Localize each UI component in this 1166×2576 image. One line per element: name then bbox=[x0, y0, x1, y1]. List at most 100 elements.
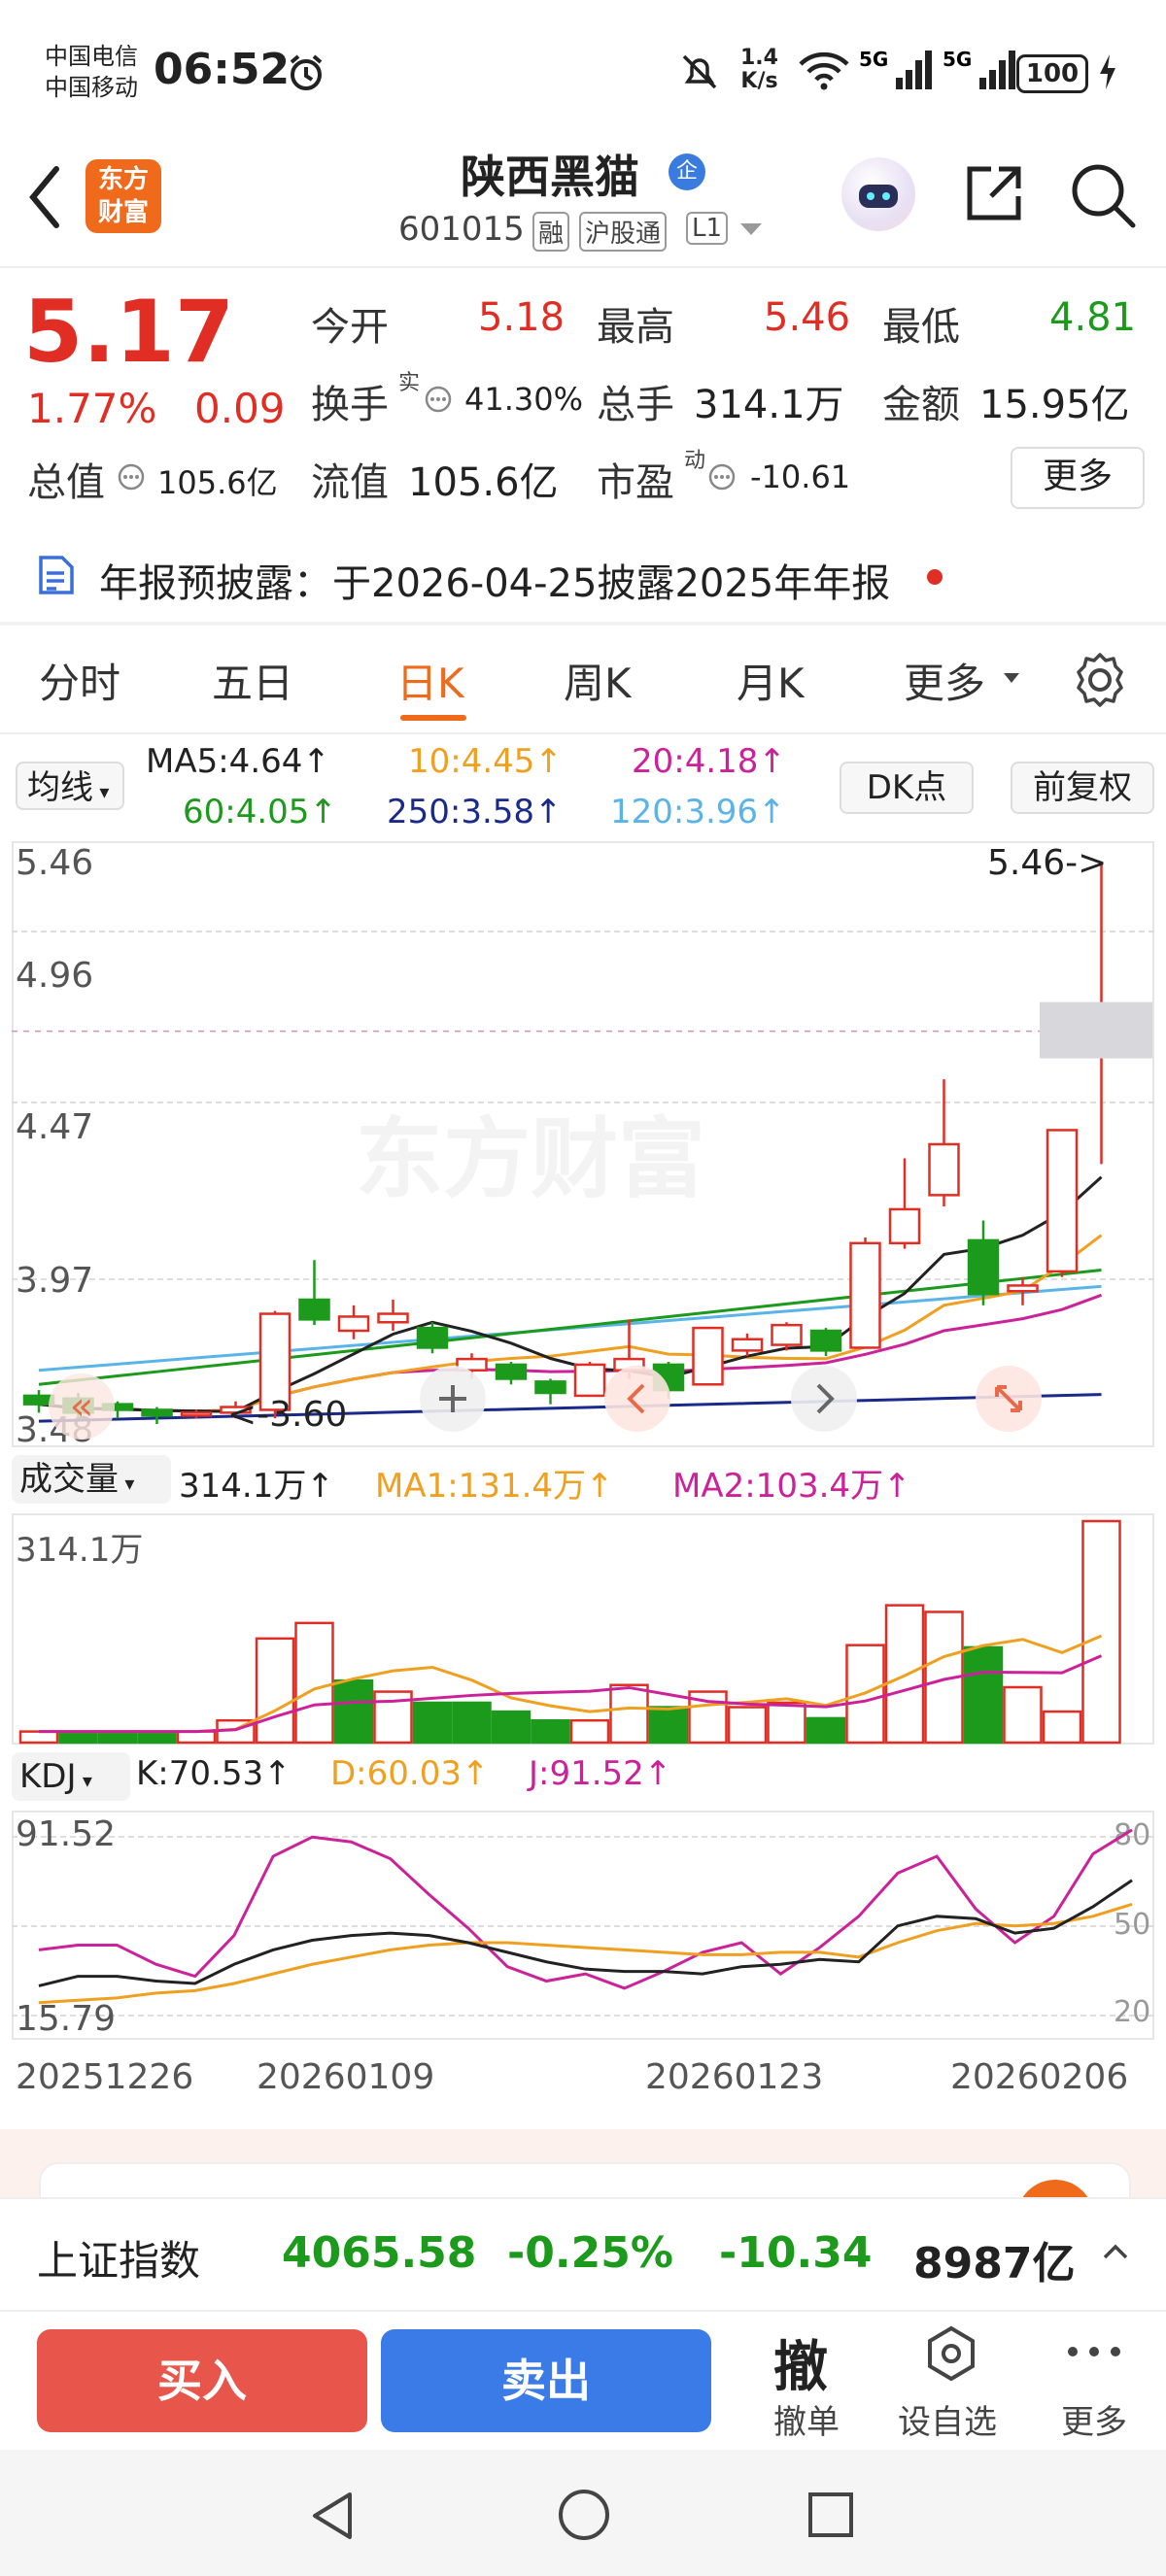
search-icon[interactable] bbox=[1069, 161, 1137, 233]
tab-weekly-k[interactable]: 周K bbox=[564, 651, 632, 710]
scroll-left-icon[interactable] bbox=[604, 1366, 670, 1432]
ma250-value: 250:3.58↑ bbox=[387, 793, 563, 831]
notice-text[interactable]: 年报预披露：于2026-04-25披露2025年年报 bbox=[99, 552, 890, 608]
volume-bar bbox=[97, 1730, 138, 1745]
adjust-button[interactable]: 前复权 bbox=[1011, 762, 1154, 814]
notice-dot bbox=[927, 569, 943, 585]
ma10-value: 10:4.45↑ bbox=[408, 742, 563, 781]
header-divider bbox=[0, 266, 1166, 268]
turnover-value: 41.30% bbox=[464, 381, 584, 418]
ma20-value: 20:4.18↑ bbox=[632, 742, 786, 781]
more-dots-icon[interactable] bbox=[1063, 2337, 1125, 2370]
tab-more[interactable]: 更多 bbox=[904, 651, 985, 710]
tag-level: L1 bbox=[686, 212, 729, 245]
kdj-d: D:60.03↑ bbox=[330, 1754, 490, 1793]
cancel-order-label[interactable]: 撤单 bbox=[773, 2395, 840, 2443]
volume-bar bbox=[18, 1730, 59, 1745]
back-icon[interactable] bbox=[25, 163, 64, 235]
watchlist-label[interactable]: 设自选 bbox=[898, 2395, 997, 2443]
volume-chart bbox=[18, 1519, 1121, 1745]
ma120-value: 120:3.96↑ bbox=[610, 793, 786, 831]
chevron-down-icon[interactable] bbox=[1003, 670, 1020, 689]
alarm-icon bbox=[286, 52, 326, 97]
kdj-k: K:70.53↑ bbox=[136, 1754, 292, 1793]
volume-bar bbox=[333, 1678, 374, 1745]
gear-icon[interactable] bbox=[1071, 651, 1129, 713]
tab-monthly-k[interactable]: 月K bbox=[737, 651, 805, 710]
volume-bar bbox=[1081, 1519, 1121, 1745]
candle-body bbox=[967, 1238, 1000, 1296]
buy-button[interactable]: 买入 bbox=[37, 2329, 367, 2432]
low-marker: <-3.60 bbox=[227, 1395, 348, 1435]
scroll-right-icon[interactable] bbox=[791, 1366, 857, 1432]
low-label: 最低 bbox=[882, 305, 960, 350]
kdj-selector[interactable]: KDJ ▾ bbox=[12, 1752, 130, 1801]
volume-value: 314.1万↑ bbox=[179, 1467, 334, 1506]
nav-home-icon[interactable] bbox=[556, 2487, 612, 2547]
signal-5g-icon-2: 5G bbox=[943, 47, 1020, 97]
candle-body bbox=[1046, 1129, 1079, 1273]
volume-label: 总手 bbox=[597, 383, 674, 427]
rewind-icon[interactable]: « bbox=[49, 1373, 115, 1440]
candle-body bbox=[928, 1142, 960, 1197]
chevron-up-icon[interactable] bbox=[1102, 2242, 1129, 2265]
ma10-line bbox=[38, 1234, 1103, 1413]
carrier-1: 中国电信 bbox=[45, 43, 138, 70]
candle-body bbox=[809, 1329, 842, 1352]
carrier-2: 中国移动 bbox=[45, 74, 138, 101]
svg-text:5G: 5G bbox=[943, 48, 972, 71]
more-label[interactable]: 更多 bbox=[1061, 2395, 1127, 2443]
tag-margin: 融 bbox=[532, 212, 570, 252]
volume-bar bbox=[767, 1701, 806, 1745]
watchlist-icon[interactable] bbox=[921, 2323, 981, 2388]
ma-selector[interactable]: 均线 ▾ bbox=[16, 762, 124, 810]
nav-back-icon[interactable] bbox=[307, 2489, 358, 2547]
cancel-order-icon[interactable]: 撤 bbox=[773, 2323, 828, 2402]
candle-body bbox=[416, 1326, 449, 1349]
info-icon[interactable] bbox=[424, 385, 453, 418]
sell-button[interactable]: 卖出 bbox=[381, 2329, 711, 2432]
index-name: 上证指数 bbox=[37, 2237, 201, 2285]
volume-bar bbox=[727, 1706, 768, 1745]
stock-code: 601015 bbox=[398, 210, 525, 249]
document-icon bbox=[37, 554, 76, 600]
low-value: 4.81 bbox=[1049, 295, 1137, 340]
candle-body bbox=[849, 1241, 881, 1349]
candle-body bbox=[888, 1207, 921, 1245]
info-icon[interactable] bbox=[117, 462, 146, 495]
volume-selector[interactable]: 成交量 ▾ bbox=[12, 1455, 171, 1504]
volume-bar bbox=[137, 1730, 177, 1745]
volume-bar bbox=[806, 1716, 846, 1745]
info-icon[interactable] bbox=[707, 462, 737, 495]
tab-five-day[interactable]: 五日 bbox=[212, 651, 293, 710]
volume-bar bbox=[58, 1730, 98, 1745]
volume-bar bbox=[294, 1621, 334, 1745]
total-value-label: 总值 bbox=[27, 460, 105, 505]
kdj-j: J:91.52↑ bbox=[529, 1754, 672, 1793]
x-date: 20260123 bbox=[645, 2057, 824, 2097]
projection-box bbox=[1040, 1001, 1152, 1059]
high-value: 5.46 bbox=[764, 295, 851, 340]
volume-bar bbox=[648, 1706, 689, 1745]
charging-icon bbox=[1096, 52, 1119, 95]
net-speed: 1.4 K/s bbox=[740, 46, 778, 93]
app-logo: 东方 财富 bbox=[86, 159, 161, 233]
candle-body bbox=[771, 1323, 803, 1346]
assistant-avatar[interactable] bbox=[841, 157, 915, 231]
tab-intraday[interactable]: 分时 bbox=[39, 651, 120, 710]
volume-bar bbox=[569, 1718, 610, 1745]
zoom-in-icon[interactable] bbox=[420, 1366, 486, 1432]
tab-daily-k[interactable]: 日K bbox=[396, 651, 464, 710]
tabs-divider bbox=[0, 732, 1166, 734]
volume-bar bbox=[531, 1718, 570, 1745]
expand-icon[interactable] bbox=[976, 1366, 1042, 1432]
nav-recents-icon[interactable] bbox=[806, 2491, 855, 2543]
chevron-down-icon[interactable] bbox=[738, 220, 764, 243]
signal-5g-icon-1: 5G bbox=[859, 47, 937, 97]
more-quote-button[interactable]: 更多 bbox=[1011, 447, 1145, 509]
ma60-line bbox=[38, 1268, 1102, 1386]
tab-active-indicator bbox=[400, 715, 466, 721]
dk-point-button[interactable]: DK点 bbox=[840, 762, 974, 814]
share-icon[interactable] bbox=[962, 161, 1026, 229]
amount-label: 金额 bbox=[882, 383, 960, 427]
